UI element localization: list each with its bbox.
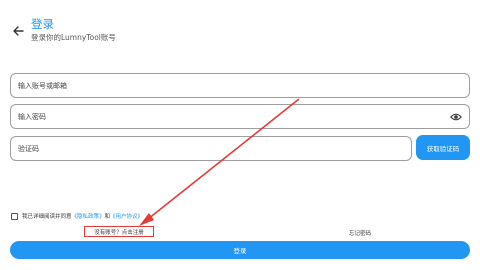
account-input[interactable] <box>18 81 469 90</box>
arrow-left-icon[interactable] <box>11 24 25 38</box>
agreement-row: 我已详细阅读并同意 《隐私政策》 和 《用户协议》 <box>11 212 143 220</box>
agreement-checkbox[interactable] <box>11 212 18 220</box>
user-agreement-link[interactable]: 《用户协议》 <box>110 212 143 220</box>
account-field[interactable] <box>10 73 470 98</box>
login-button[interactable]: 登录 <box>10 241 470 259</box>
page-subtitle: 登录你的LumnyTool账号 <box>31 33 116 42</box>
eye-icon[interactable] <box>450 111 462 123</box>
verification-code-input[interactable] <box>18 144 411 153</box>
privacy-policy-link[interactable]: 《隐私政策》 <box>72 212 105 220</box>
page-title: 登录 <box>31 17 54 31</box>
register-link[interactable]: 没有账号？点击注册 <box>84 226 154 237</box>
forgot-password-link[interactable]: 忘记密码 <box>349 229 371 237</box>
verification-code-field[interactable] <box>10 136 412 161</box>
get-code-button[interactable]: 获取验证码 <box>416 135 470 160</box>
password-input[interactable] <box>18 112 469 121</box>
agreement-text: 我已详细阅读并同意 <box>22 214 72 220</box>
password-field[interactable] <box>10 104 470 129</box>
